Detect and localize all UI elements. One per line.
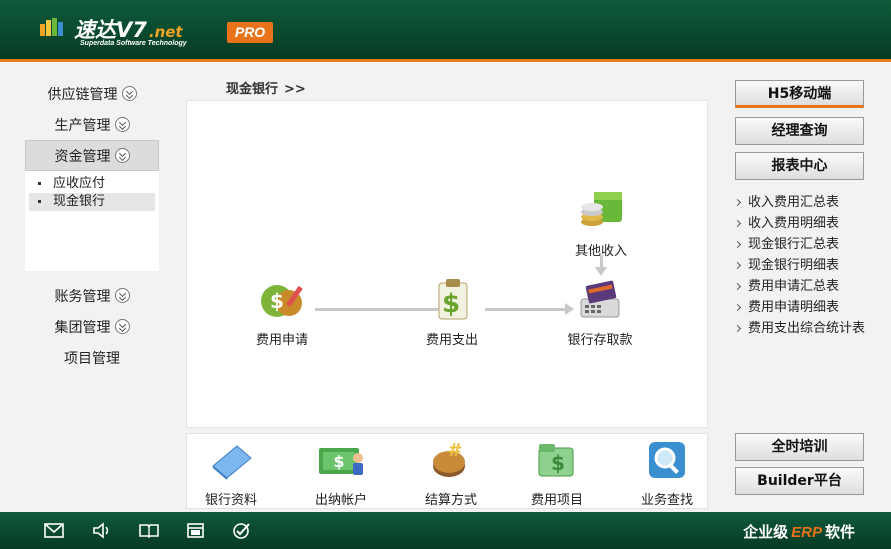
- shortcut-expense-item[interactable]: $ 费用项目: [517, 440, 597, 508]
- manager-query-button[interactable]: 经理查询: [735, 117, 864, 145]
- shortcut-bar: 银行资料 $ 出纳帐户 # 结算方式 $ 费用项目 业务查找: [186, 433, 708, 509]
- pro-badge: PRO: [227, 22, 273, 43]
- footer-brand-pre: 企业级: [743, 523, 789, 541]
- other-income-icon: [581, 192, 622, 226]
- footer-brand-erp: ERP: [791, 524, 822, 541]
- nav-item-production[interactable]: 生产管理: [25, 109, 159, 140]
- subnav-panel: 应收应付 现金银行: [25, 171, 159, 271]
- report-link-expense-apply-detail[interactable]: 费用申请明细表: [734, 297, 865, 318]
- cashier-account-icon: $: [319, 448, 363, 475]
- expense-item-icon: $: [538, 444, 574, 477]
- flow-canvas: $ 费用申请 $ 费用支出 银行存取款 其他收入: [186, 100, 708, 428]
- nav-label: 集团管理: [54, 319, 111, 336]
- report-link-income-expense-summary[interactable]: 收入费用汇总表: [734, 192, 865, 213]
- chevron-down-icon: [114, 319, 130, 334]
- footer: 企业级 ERP 软件: [0, 512, 891, 549]
- breadcrumb-separator: >>: [284, 82, 306, 97]
- shortcut-bank-data[interactable]: 银行资料: [191, 440, 271, 508]
- chevron-down-icon: [114, 148, 130, 163]
- flow-node-expense-apply[interactable]: $ 费用申请: [242, 277, 322, 348]
- nav-item-funds[interactable]: 资金管理: [25, 140, 159, 171]
- flow-node-bank-deposit[interactable]: 银行存取款: [560, 277, 640, 348]
- flow-connector: [485, 308, 565, 311]
- chevron-down-icon: [114, 117, 130, 132]
- training-button[interactable]: 全时培训: [735, 433, 864, 461]
- brand-suffix: .net: [148, 23, 183, 41]
- footer-brand-post: 软件: [824, 523, 855, 541]
- nav-item-group[interactable]: 集团管理: [25, 311, 159, 342]
- report-link-expense-pay-stats[interactable]: 费用支出综合统计表: [734, 318, 865, 339]
- bank-data-icon: [212, 445, 252, 480]
- flow-node-label: 其他收入: [574, 244, 627, 259]
- flow-node-label: 费用申请: [255, 333, 308, 348]
- report-link-cash-bank-summary[interactable]: 现金银行汇总表: [734, 234, 865, 255]
- bank-deposit-icon: [580, 280, 620, 318]
- expense-pay-icon: $: [438, 279, 468, 320]
- subnav-item-receivable-payable[interactable]: 应收应付: [29, 175, 155, 193]
- flow-node-expense-pay[interactable]: $ 费用支出: [412, 277, 492, 348]
- builder-platform-button[interactable]: Builder平台: [735, 467, 864, 495]
- mail-icon[interactable]: [44, 522, 64, 539]
- settlement-icon: #: [433, 440, 465, 477]
- svg-text:$: $: [551, 451, 565, 475]
- report-link-income-expense-detail[interactable]: 收入费用明细表: [734, 213, 865, 234]
- svg-text:$: $: [442, 289, 460, 319]
- header: 速达V7 .net Superdata Software Technology P…: [0, 0, 891, 62]
- shortcut-settlement[interactable]: # 结算方式: [411, 440, 491, 508]
- flow-node-label: 费用支出: [425, 333, 478, 348]
- svg-text:$: $: [270, 289, 284, 313]
- nav-item-supply-chain[interactable]: 供应链管理: [25, 78, 159, 109]
- nav-label: 生产管理: [54, 117, 111, 134]
- report-link-cash-bank-detail[interactable]: 现金银行明细表: [734, 255, 865, 276]
- shortcut-label: 费用项目: [530, 493, 583, 508]
- search-icon: [649, 442, 685, 478]
- nav-item-accounting[interactable]: 账务管理: [25, 280, 159, 311]
- chevron-down-icon: [114, 288, 130, 303]
- nav-label: 项目管理: [64, 350, 120, 367]
- shortcut-search[interactable]: 业务查找: [627, 440, 707, 508]
- svg-text:$: $: [333, 452, 344, 471]
- shortcut-label: 结算方式: [424, 493, 477, 508]
- shortcut-label: 银行资料: [204, 493, 257, 508]
- chevron-down-icon: [121, 86, 137, 101]
- nav-label: 供应链管理: [47, 86, 118, 103]
- shortcut-label: 业务查找: [640, 493, 693, 508]
- breadcrumb: 现金银行 >>: [226, 78, 306, 97]
- brand-name: 速达V7: [74, 18, 147, 42]
- left-nav: 供应链管理 生产管理 资金管理 应收应付 现金银行 账务管理 集团管理 项目管理: [25, 78, 159, 373]
- nav-item-project[interactable]: 项目管理: [25, 342, 159, 373]
- nav-label: 资金管理: [54, 148, 111, 165]
- footer-brand: 企业级 ERP 软件: [743, 521, 855, 542]
- check-icon[interactable]: [232, 522, 252, 539]
- speaker-icon[interactable]: [92, 522, 112, 539]
- flow-node-other-income[interactable]: 其他收入: [561, 188, 641, 259]
- book-icon[interactable]: [139, 522, 159, 539]
- window-icon[interactable]: [186, 522, 206, 539]
- report-center-button[interactable]: 报表中心: [735, 152, 864, 180]
- brand-subtitle: Superdata Software Technology: [80, 40, 187, 47]
- breadcrumb-label: 现金银行: [226, 82, 279, 97]
- report-list: 收入费用汇总表 收入费用明细表 现金银行汇总表 现金银行明细表 费用申请汇总表 …: [734, 192, 865, 339]
- logo-mark-icon: [40, 18, 63, 36]
- expense-apply-icon: $: [261, 285, 303, 317]
- svg-text:#: #: [447, 440, 462, 461]
- h5-mobile-button[interactable]: H5移动端: [735, 80, 864, 108]
- shortcut-cashier-account[interactable]: $ 出纳帐户: [301, 440, 381, 508]
- flow-node-label: 银行存取款: [567, 333, 633, 348]
- subnav-item-cash-bank[interactable]: 现金银行: [29, 193, 155, 211]
- flow-arrow-icon: [595, 267, 607, 276]
- report-link-expense-apply-summary[interactable]: 费用申请汇总表: [734, 276, 865, 297]
- shortcut-label: 出纳帐户: [314, 493, 367, 508]
- nav-label: 账务管理: [54, 288, 111, 305]
